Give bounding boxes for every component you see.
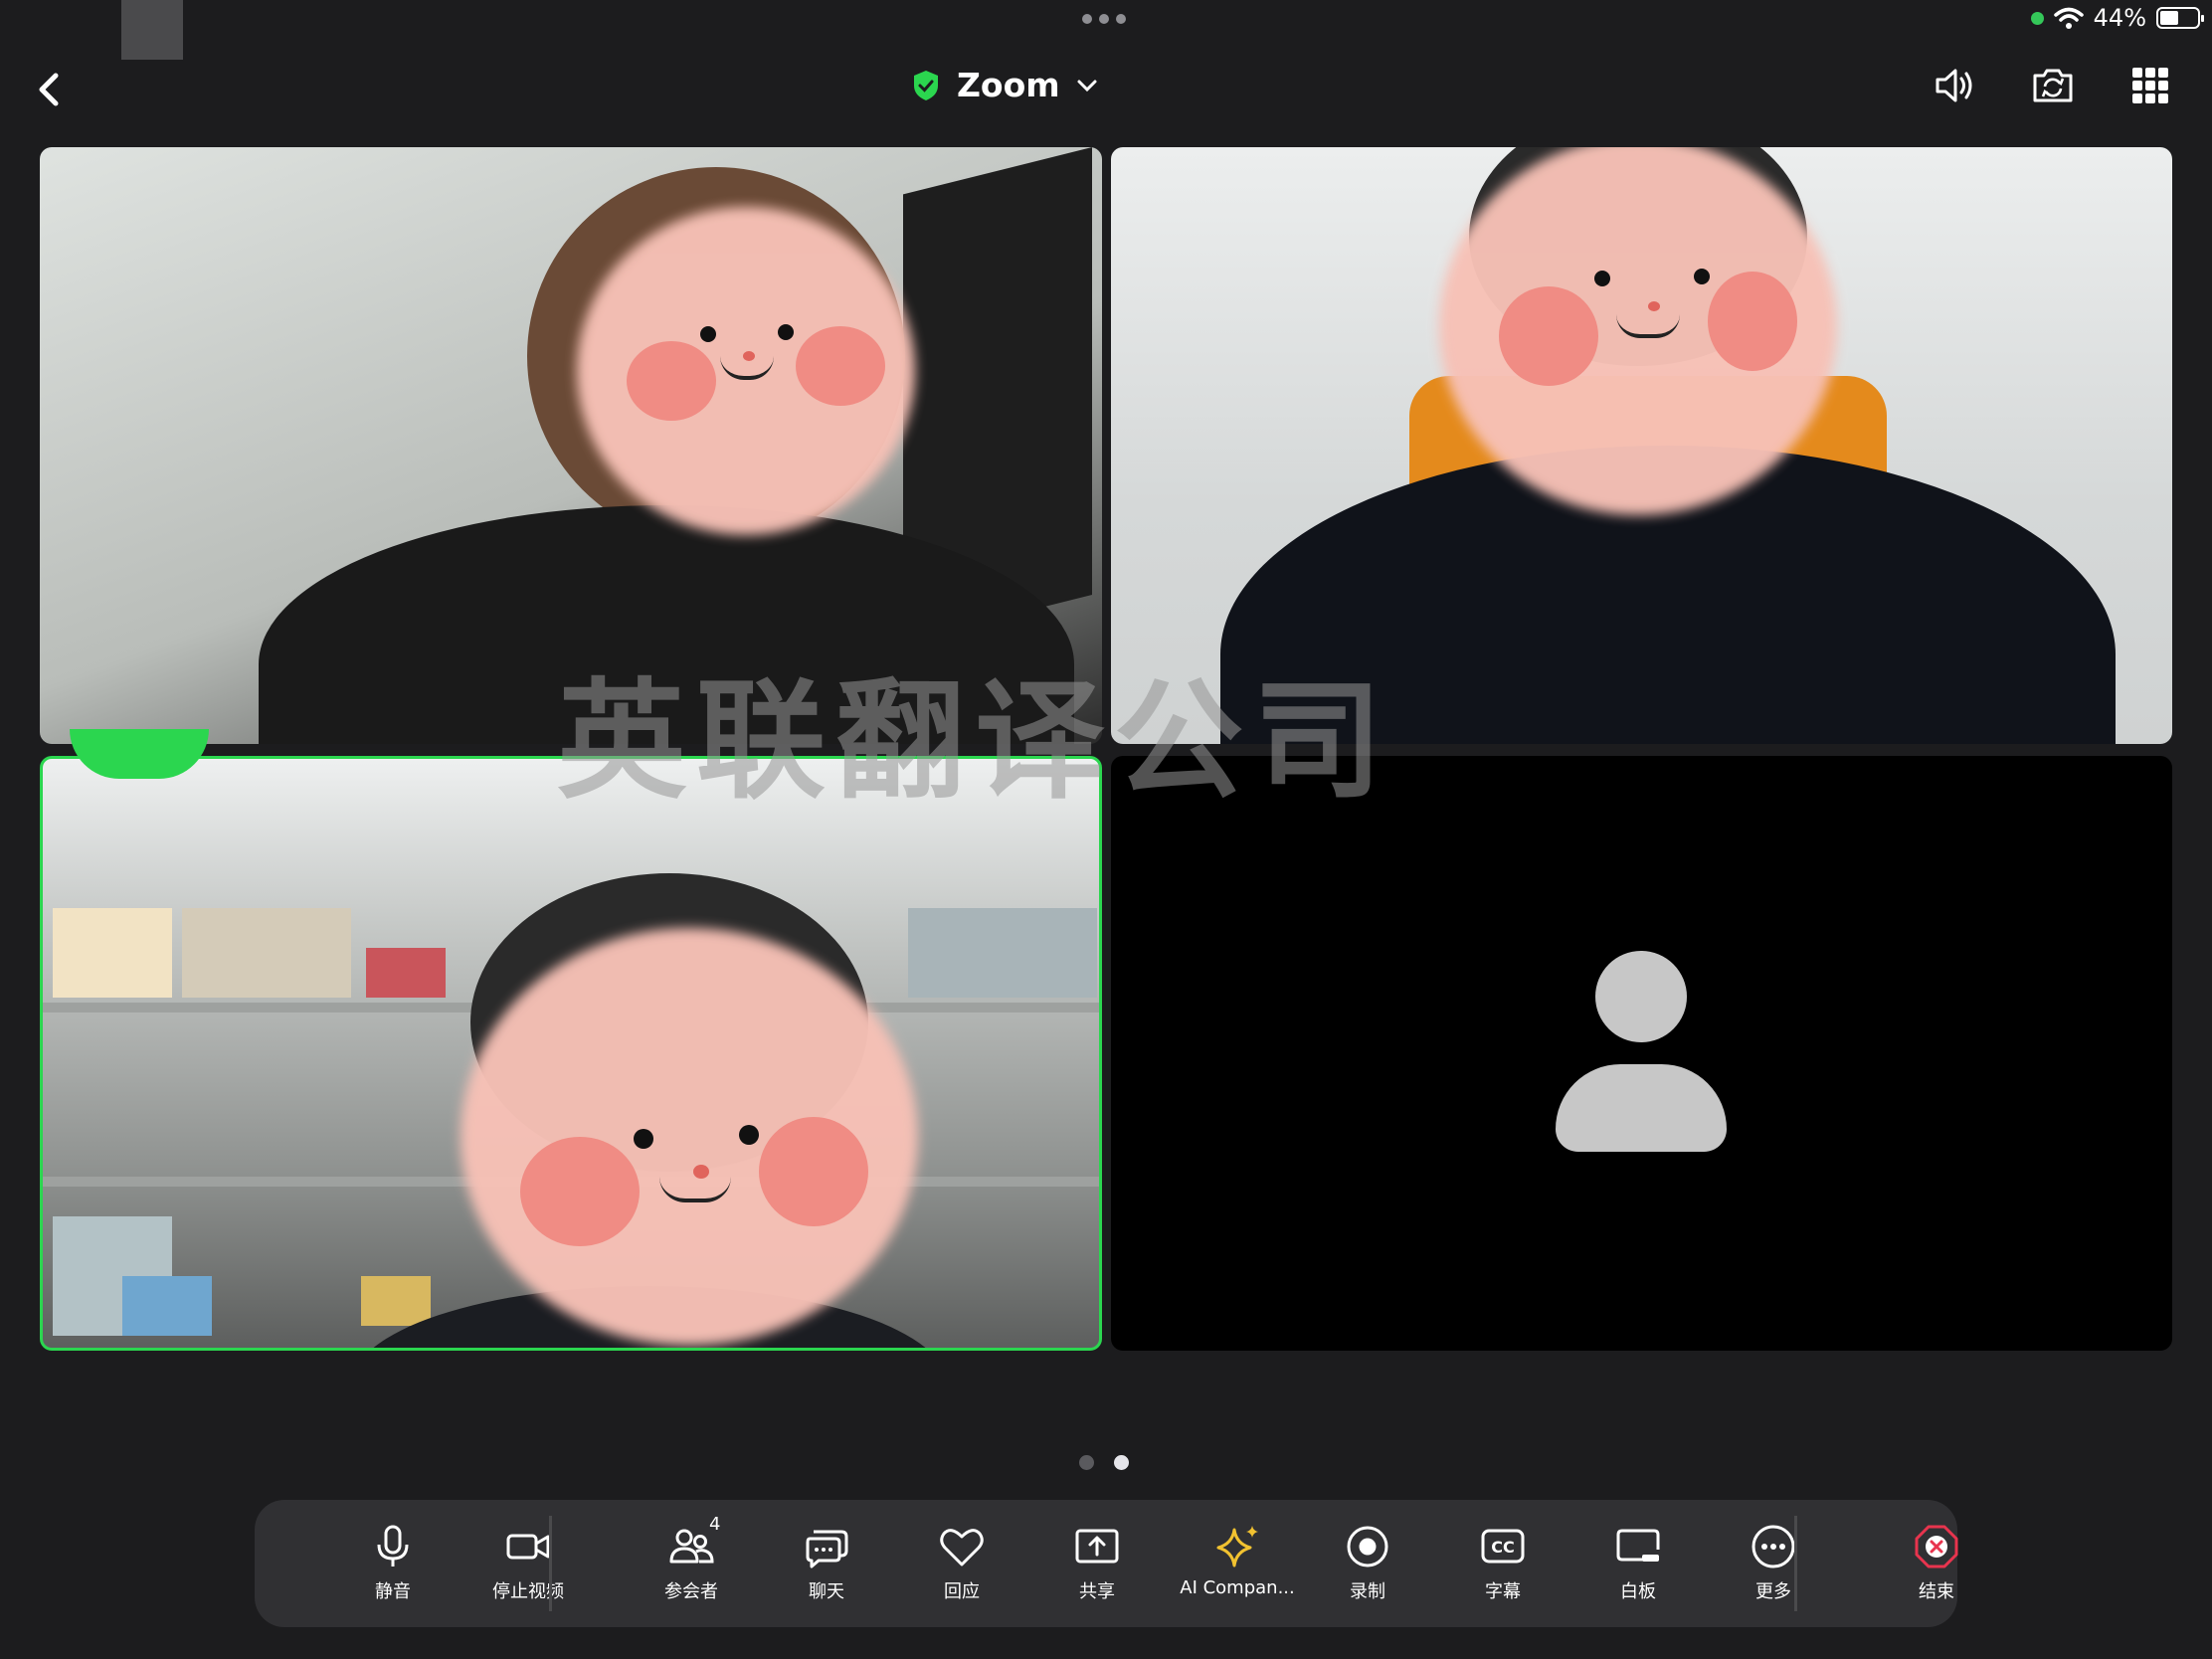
meeting-toolbar: 静音 停止视频 4 参会者 聊天 回应 共享 AI Compan... 录制 C… (255, 1500, 1958, 1627)
heart-icon (940, 1529, 984, 1567)
reactions-button[interactable]: 回应 (902, 1522, 1021, 1603)
record-button[interactable]: 录制 (1308, 1522, 1427, 1603)
sticker-eye (1694, 269, 1710, 284)
video-tile-active-speaker[interactable] (40, 756, 1102, 1351)
sticker-eye (1594, 271, 1610, 286)
status-bar-block (121, 0, 183, 60)
video-tile-camera-off[interactable] (1111, 756, 2172, 1351)
ai-companion-button[interactable]: AI Compan... (1173, 1522, 1302, 1598)
stop-video-button[interactable]: 停止视频 (468, 1522, 588, 1603)
sticker-cheek (1708, 272, 1797, 371)
mute-label: 静音 (375, 1581, 411, 1602)
microphone-icon (377, 1525, 409, 1567)
watermark-text: 英联翻译公司 (557, 665, 1393, 817)
toolbar-divider (1794, 1516, 1797, 1611)
end-icon (1915, 1525, 1958, 1568)
record-icon (1347, 1526, 1388, 1567)
avatar-placeholder-head (1595, 951, 1687, 1042)
sticker-eye (634, 1129, 653, 1149)
share-button[interactable]: 共享 (1037, 1522, 1157, 1603)
sticker-cheek (759, 1117, 868, 1226)
multitasking-dots[interactable] (1082, 14, 1126, 24)
camera-switch-icon[interactable] (2029, 62, 2077, 109)
avatar-placeholder-body (1556, 1064, 1727, 1152)
sparkle-icon (1216, 1526, 1258, 1567)
sticker-eye (778, 324, 794, 340)
wifi-icon (2053, 7, 2084, 29)
sticker-cheek (1499, 286, 1598, 386)
more-icon (1751, 1525, 1795, 1568)
sticker-nose (1648, 301, 1660, 311)
top-right-controls (1932, 62, 2174, 109)
camera-in-use-indicator (2030, 11, 2044, 25)
captions-label: 字幕 (1485, 1581, 1521, 1602)
battery-percent: 44% (2093, 4, 2146, 32)
blurred-pixel-block (53, 908, 172, 998)
chat-icon (806, 1530, 848, 1568)
chat-button[interactable]: 聊天 (767, 1522, 886, 1603)
status-indicators: 44% (2030, 4, 2204, 32)
mute-button[interactable]: 静音 (333, 1522, 453, 1603)
back-arrow-icon[interactable] (30, 70, 70, 109)
cc-icon: CC (1481, 1529, 1525, 1564)
stop-video-label: 停止视频 (492, 1581, 564, 1602)
battery-icon (2156, 7, 2204, 29)
meeting-title-button[interactable]: Zoom (911, 66, 1098, 104)
blurred-pixel-block (366, 948, 446, 998)
chevron-down-icon (1077, 80, 1097, 92)
share-screen-icon (1075, 1529, 1119, 1564)
page-dot[interactable] (1079, 1455, 1094, 1470)
video-camera-icon (506, 1534, 550, 1560)
whiteboard-button[interactable]: 白板 (1578, 1522, 1698, 1603)
sticker-cheek (520, 1137, 640, 1246)
blurred-pixel-block (908, 908, 1097, 998)
more-button[interactable]: 更多 (1714, 1522, 1833, 1603)
whiteboard-label: 白板 (1620, 1581, 1656, 1602)
svg-text:CC: CC (1491, 1538, 1514, 1557)
meeting-title: Zoom (957, 66, 1060, 104)
record-label: 录制 (1350, 1581, 1385, 1602)
blurred-pixel-block (361, 1276, 431, 1326)
end-label: 结束 (1919, 1581, 1954, 1602)
sticker-cheek (796, 326, 885, 406)
page-dot-active[interactable] (1114, 1455, 1129, 1470)
sticker-eye (700, 326, 716, 342)
participants-count-badge: 4 (709, 1514, 721, 1535)
speaker-icon[interactable] (1932, 62, 1979, 109)
captions-button[interactable]: CC 字幕 (1443, 1522, 1563, 1603)
blurred-pixel-block (122, 1276, 212, 1336)
end-meeting-button[interactable]: 结束 (1877, 1522, 1996, 1603)
more-label: 更多 (1755, 1581, 1791, 1602)
toolbar-divider (549, 1516, 552, 1611)
participants-label: 参会者 (664, 1581, 718, 1602)
share-label: 共享 (1079, 1581, 1115, 1602)
chat-label: 聊天 (809, 1581, 844, 1602)
reactions-label: 回应 (944, 1581, 980, 1602)
ai-companion-label: AI Compan... (1180, 1577, 1295, 1598)
sticker-eye (739, 1125, 759, 1145)
page-indicator[interactable] (1079, 1455, 1129, 1470)
blurred-pixel-block (182, 908, 351, 998)
status-bar: 44% (0, 0, 2212, 60)
participants-button[interactable]: 4 参会者 (632, 1514, 751, 1603)
shield-check-icon (914, 70, 938, 100)
grid-icon[interactable] (2126, 62, 2174, 109)
sticker-cheek (627, 341, 716, 421)
whiteboard-icon (1616, 1529, 1660, 1562)
